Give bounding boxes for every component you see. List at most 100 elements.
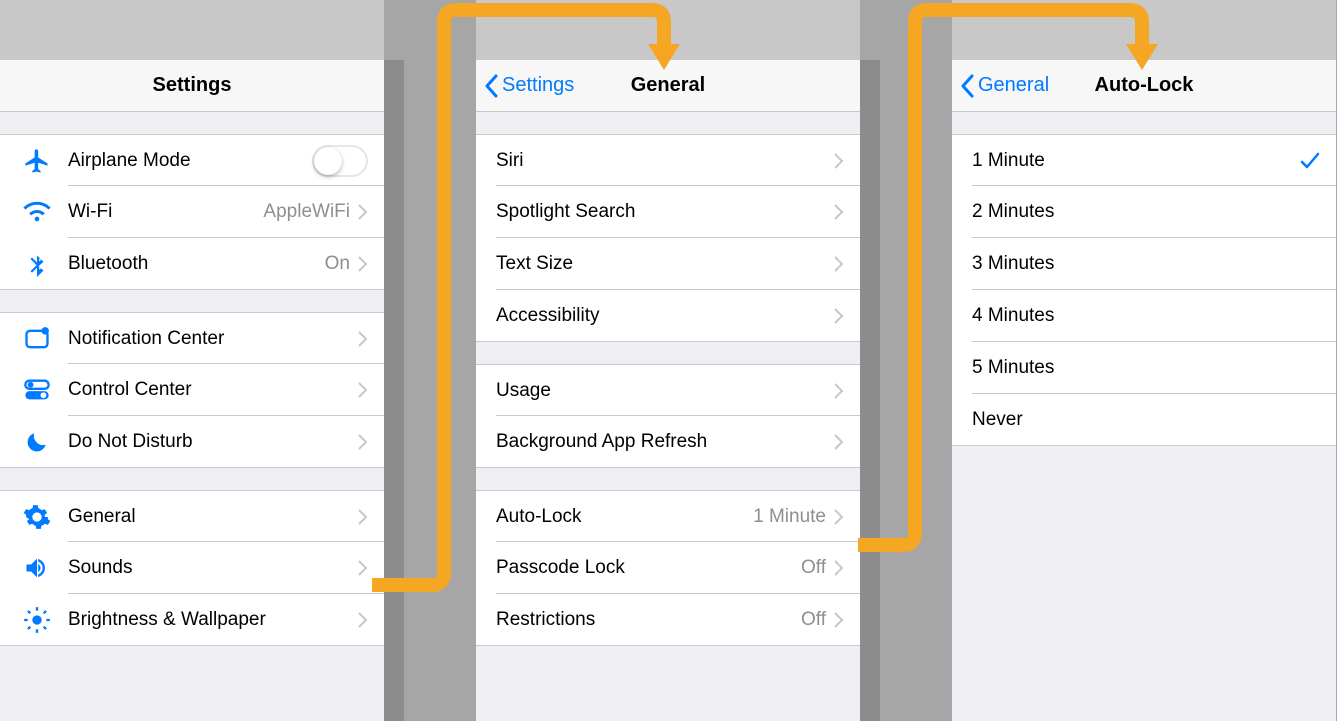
option-label: 3 Minutes [972,253,1320,275]
row-brightness-wallpaper[interactable]: Brightness & Wallpaper [0,594,384,646]
airplane-toggle[interactable] [312,145,368,177]
row-control-center[interactable]: Control Center [0,364,384,416]
row-label: General [68,506,358,528]
row-label: Wi-Fi [68,201,263,223]
navbar: General Auto-Lock [952,60,1336,112]
autolock-screen: General Auto-Lock 1 Minute 2 Minutes 3 M… [952,0,1336,721]
option-1-minute[interactable]: 1 Minute [952,134,1336,186]
back-label: Settings [502,74,574,97]
general-screen: Settings General Siri Spotlight Search T… [476,0,860,721]
row-label: Accessibility [496,305,834,327]
row-usage[interactable]: Usage [476,364,860,416]
row-value: On [325,253,350,275]
status-bar [952,0,1336,60]
option-label: 1 Minute [972,150,1300,172]
row-background-refresh[interactable]: Background App Refresh [476,416,860,468]
row-text-size[interactable]: Text Size [476,238,860,290]
row-label: Siri [496,150,834,172]
chevron-right-icon [358,434,368,450]
option-5-minutes[interactable]: 5 Minutes [952,342,1336,394]
airplane-icon [20,144,54,178]
row-label: Restrictions [496,609,801,631]
back-button[interactable]: Settings [476,74,574,98]
row-label: Usage [496,380,834,402]
wifi-icon [20,195,54,229]
moon-icon [20,425,54,459]
option-label: 4 Minutes [972,305,1320,327]
autolock-options: 1 Minute 2 Minutes 3 Minutes 4 Minutes 5… [952,134,1336,446]
navbar: Settings [0,60,384,112]
status-bar [0,0,384,60]
settings-group: Airplane Mode Wi-Fi AppleWiFi Bluetooth … [0,134,384,290]
notification-icon [20,322,54,356]
chevron-right-icon [358,612,368,628]
chevron-right-icon [834,434,844,450]
row-label: Background App Refresh [496,431,834,453]
option-2-minutes[interactable]: 2 Minutes [952,186,1336,238]
row-label: Bluetooth [68,253,325,275]
option-label: 2 Minutes [972,201,1320,223]
option-never[interactable]: Never [952,394,1336,446]
row-value: 1 Minute [753,506,826,528]
row-restrictions[interactable]: Restrictions Off [476,594,860,646]
row-general[interactable]: General [0,490,384,542]
chevron-right-icon [834,383,844,399]
chevron-right-icon [358,331,368,347]
chevron-right-icon [834,308,844,324]
row-auto-lock[interactable]: Auto-Lock 1 Minute [476,490,860,542]
navbar: Settings General [476,60,860,112]
status-bar [476,0,860,60]
option-label: Never [972,409,1320,431]
row-label: Control Center [68,379,358,401]
chevron-right-icon [358,560,368,576]
control-center-icon [20,373,54,407]
row-label: Brightness & Wallpaper [68,609,358,631]
chevron-right-icon [358,256,368,272]
option-label: 5 Minutes [972,357,1320,379]
back-label: General [978,74,1049,97]
option-3-minutes[interactable]: 3 Minutes [952,238,1336,290]
row-label: Text Size [496,253,834,275]
row-label: Auto-Lock [496,506,753,528]
settings-group: Notification Center Control Center [0,312,384,468]
row-label: Airplane Mode [68,150,312,172]
phone-shadow [860,60,880,721]
chevron-right-icon [358,382,368,398]
row-value: Off [801,557,826,579]
row-sounds[interactable]: Sounds [0,542,384,594]
row-accessibility[interactable]: Accessibility [476,290,860,342]
row-bluetooth[interactable]: Bluetooth On [0,238,384,290]
row-airplane-mode[interactable]: Airplane Mode [0,134,384,186]
chevron-right-icon [834,204,844,220]
phone-shadow [384,60,404,721]
row-wifi[interactable]: Wi-Fi AppleWiFi [0,186,384,238]
chevron-right-icon [834,256,844,272]
chevron-right-icon [834,153,844,169]
row-label: Passcode Lock [496,557,801,579]
back-button[interactable]: General [952,74,1049,98]
chevron-right-icon [834,612,844,628]
row-label: Notification Center [68,328,358,350]
row-notification-center[interactable]: Notification Center [0,312,384,364]
chevron-right-icon [358,509,368,525]
row-value: Off [801,609,826,631]
speaker-icon [20,551,54,585]
brightness-icon [20,603,54,637]
settings-group: General Sounds Brightness & Wallpaper [0,490,384,646]
settings-screen: Settings Airplane Mode Wi-Fi AppleWiFi [0,0,384,721]
row-siri[interactable]: Siri [476,134,860,186]
row-value: AppleWiFi [263,201,350,223]
row-do-not-disturb[interactable]: Do Not Disturb [0,416,384,468]
row-passcode-lock[interactable]: Passcode Lock Off [476,542,860,594]
gear-icon [20,500,54,534]
general-group: Siri Spotlight Search Text Size Accessib… [476,134,860,342]
option-4-minutes[interactable]: 4 Minutes [952,290,1336,342]
chevron-right-icon [834,560,844,576]
general-group: Auto-Lock 1 Minute Passcode Lock Off Res… [476,490,860,646]
bluetooth-icon [20,247,54,281]
row-spotlight[interactable]: Spotlight Search [476,186,860,238]
chevron-right-icon [358,204,368,220]
page-title: Settings [0,74,384,97]
row-label: Sounds [68,557,358,579]
chevron-right-icon [834,509,844,525]
